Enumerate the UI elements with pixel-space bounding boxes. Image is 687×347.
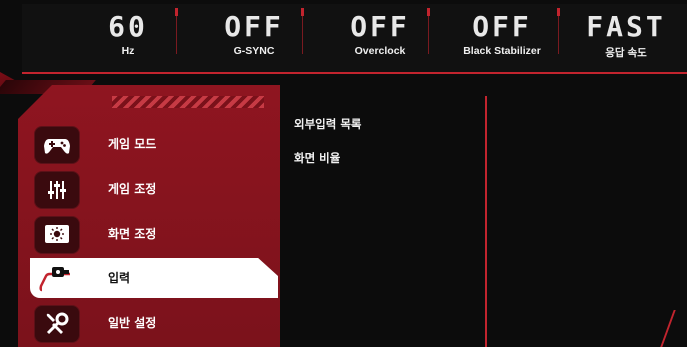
menu-item-label: 게임 조정: [108, 182, 157, 196]
status-value: 60: [108, 10, 148, 43]
sliders-icon: [34, 171, 80, 209]
menu-item-label: 게임 모드: [108, 137, 157, 151]
menu-item-label: 화면 조정: [108, 227, 157, 241]
submenu-item-input-list[interactable]: 외부입력 목록: [294, 116, 361, 132]
gamepad-icon: [34, 126, 80, 164]
status-label: G-SYNC: [233, 45, 275, 57]
status-refresh-rate: 60 Hz: [66, 4, 190, 72]
status-divider: [557, 8, 560, 54]
menu-item-label: 입력: [108, 271, 131, 285]
input-source-icon: [34, 260, 78, 296]
status-black-stabilizer: OFF Black Stabilizer: [440, 4, 564, 72]
menu-item-general-settings[interactable]: 일반 설정: [30, 303, 278, 343]
status-divider: [301, 8, 304, 54]
status-label: Black Stabilizer: [463, 45, 541, 57]
menu-decor-stripes: [112, 96, 264, 108]
status-overclock: OFF Overclock: [318, 4, 442, 72]
status-value: FAST: [586, 10, 666, 43]
menu-item-label: 일반 설정: [108, 316, 157, 330]
status-label: 응답 속도: [605, 47, 647, 59]
menu-item-game-mode[interactable]: 게임 모드: [30, 124, 278, 164]
status-label: Overclock: [354, 45, 406, 57]
osd-frame: 60 Hz OFF G-SYNC OFF Overclock OFF Black…: [0, 0, 687, 347]
status-divider: [175, 8, 178, 54]
status-value: OFF: [472, 10, 532, 43]
decor-edge-right: [660, 310, 687, 347]
status-gsync: OFF G-SYNC: [192, 4, 316, 72]
menu-item-input[interactable]: 입력: [30, 258, 278, 298]
menu-item-picture-adjust[interactable]: 화면 조정: [30, 214, 278, 254]
menu-item-game-adjust[interactable]: 게임 조정: [30, 169, 278, 209]
status-value: OFF: [224, 10, 284, 43]
status-divider: [427, 8, 430, 54]
brightness-icon: [34, 216, 80, 254]
settings-tools-icon: [34, 305, 80, 343]
status-label: Hz: [121, 45, 135, 57]
submenu-panel: 외부입력 목록 화면 비율: [280, 96, 487, 347]
submenu-item-aspect-ratio[interactable]: 화면 비율: [294, 150, 340, 166]
status-response-time: FAST 응답 속도: [570, 4, 682, 72]
status-value: OFF: [350, 10, 410, 43]
status-bar: 60 Hz OFF G-SYNC OFF Overclock OFF Black…: [22, 4, 687, 74]
